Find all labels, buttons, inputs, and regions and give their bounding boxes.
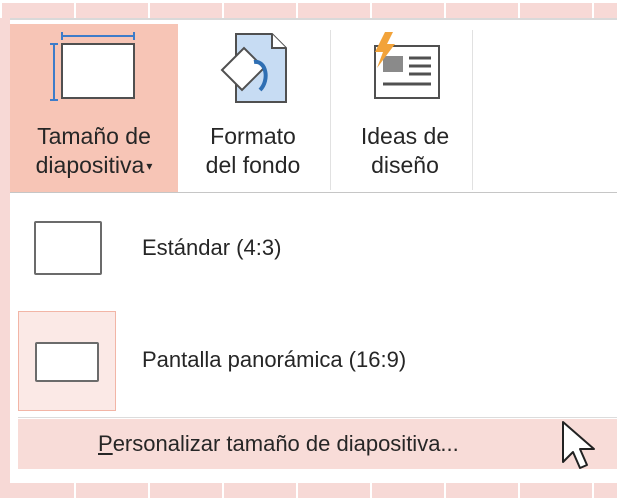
format-background-label-1: Formato (210, 123, 296, 149)
chevron-down-icon: ▾ (146, 159, 153, 174)
menu-separator (18, 417, 617, 418)
slide-size-label-2: diapositiva (35, 152, 145, 178)
ribbon-separator (330, 30, 331, 190)
design-ideas-icon (365, 30, 445, 111)
menu-item-custom-size[interactable]: Personalizar tamaño de diapositiva... (18, 419, 617, 469)
custom-mnemonic: P (98, 431, 113, 456)
menu-item-standard-label: Estándar (4:3) (142, 235, 282, 260)
menu-item-widescreen[interactable]: Pantalla panorámica (16:9) (18, 307, 608, 411)
slide-size-menu: Estándar (4:3) Pantalla panorámica (16:9… (10, 192, 617, 483)
standard-4-3-icon (34, 221, 102, 275)
format-background-label-2: del fondo (205, 152, 301, 178)
standard-thumb-wrap (18, 215, 116, 313)
ribbon-group: Tamaño de diapositiva ▾ Formato del fondo (10, 18, 617, 194)
format-background-button[interactable]: Formato del fondo (181, 24, 325, 192)
widescreen-thumb-wrap (18, 311, 116, 411)
widescreen-16-9-icon (35, 342, 99, 382)
menu-item-widescreen-label: Pantalla panorámica (16:9) (142, 347, 407, 372)
slide-size-button[interactable]: Tamaño de diapositiva ▾ (10, 24, 178, 192)
design-ideas-label-1: Ideas de (360, 123, 450, 149)
design-ideas-button[interactable]: Ideas de diseño (340, 24, 470, 192)
format-background-icon (214, 30, 292, 113)
menu-item-standard[interactable]: Estándar (4:3) (18, 215, 608, 303)
left-edge (0, 18, 10, 498)
menu-item-custom-label: Personalizar tamaño de diapositiva... (98, 431, 459, 457)
mouse-pointer-icon (559, 420, 599, 477)
slide-size-label-1: Tamaño de (37, 123, 151, 149)
custom-label-rest: ersonalizar tamaño de diapositiva... (112, 431, 459, 456)
design-ideas-label-2: diseño (371, 152, 439, 178)
slide-size-icon (48, 30, 140, 109)
ribbon-separator (472, 30, 473, 190)
